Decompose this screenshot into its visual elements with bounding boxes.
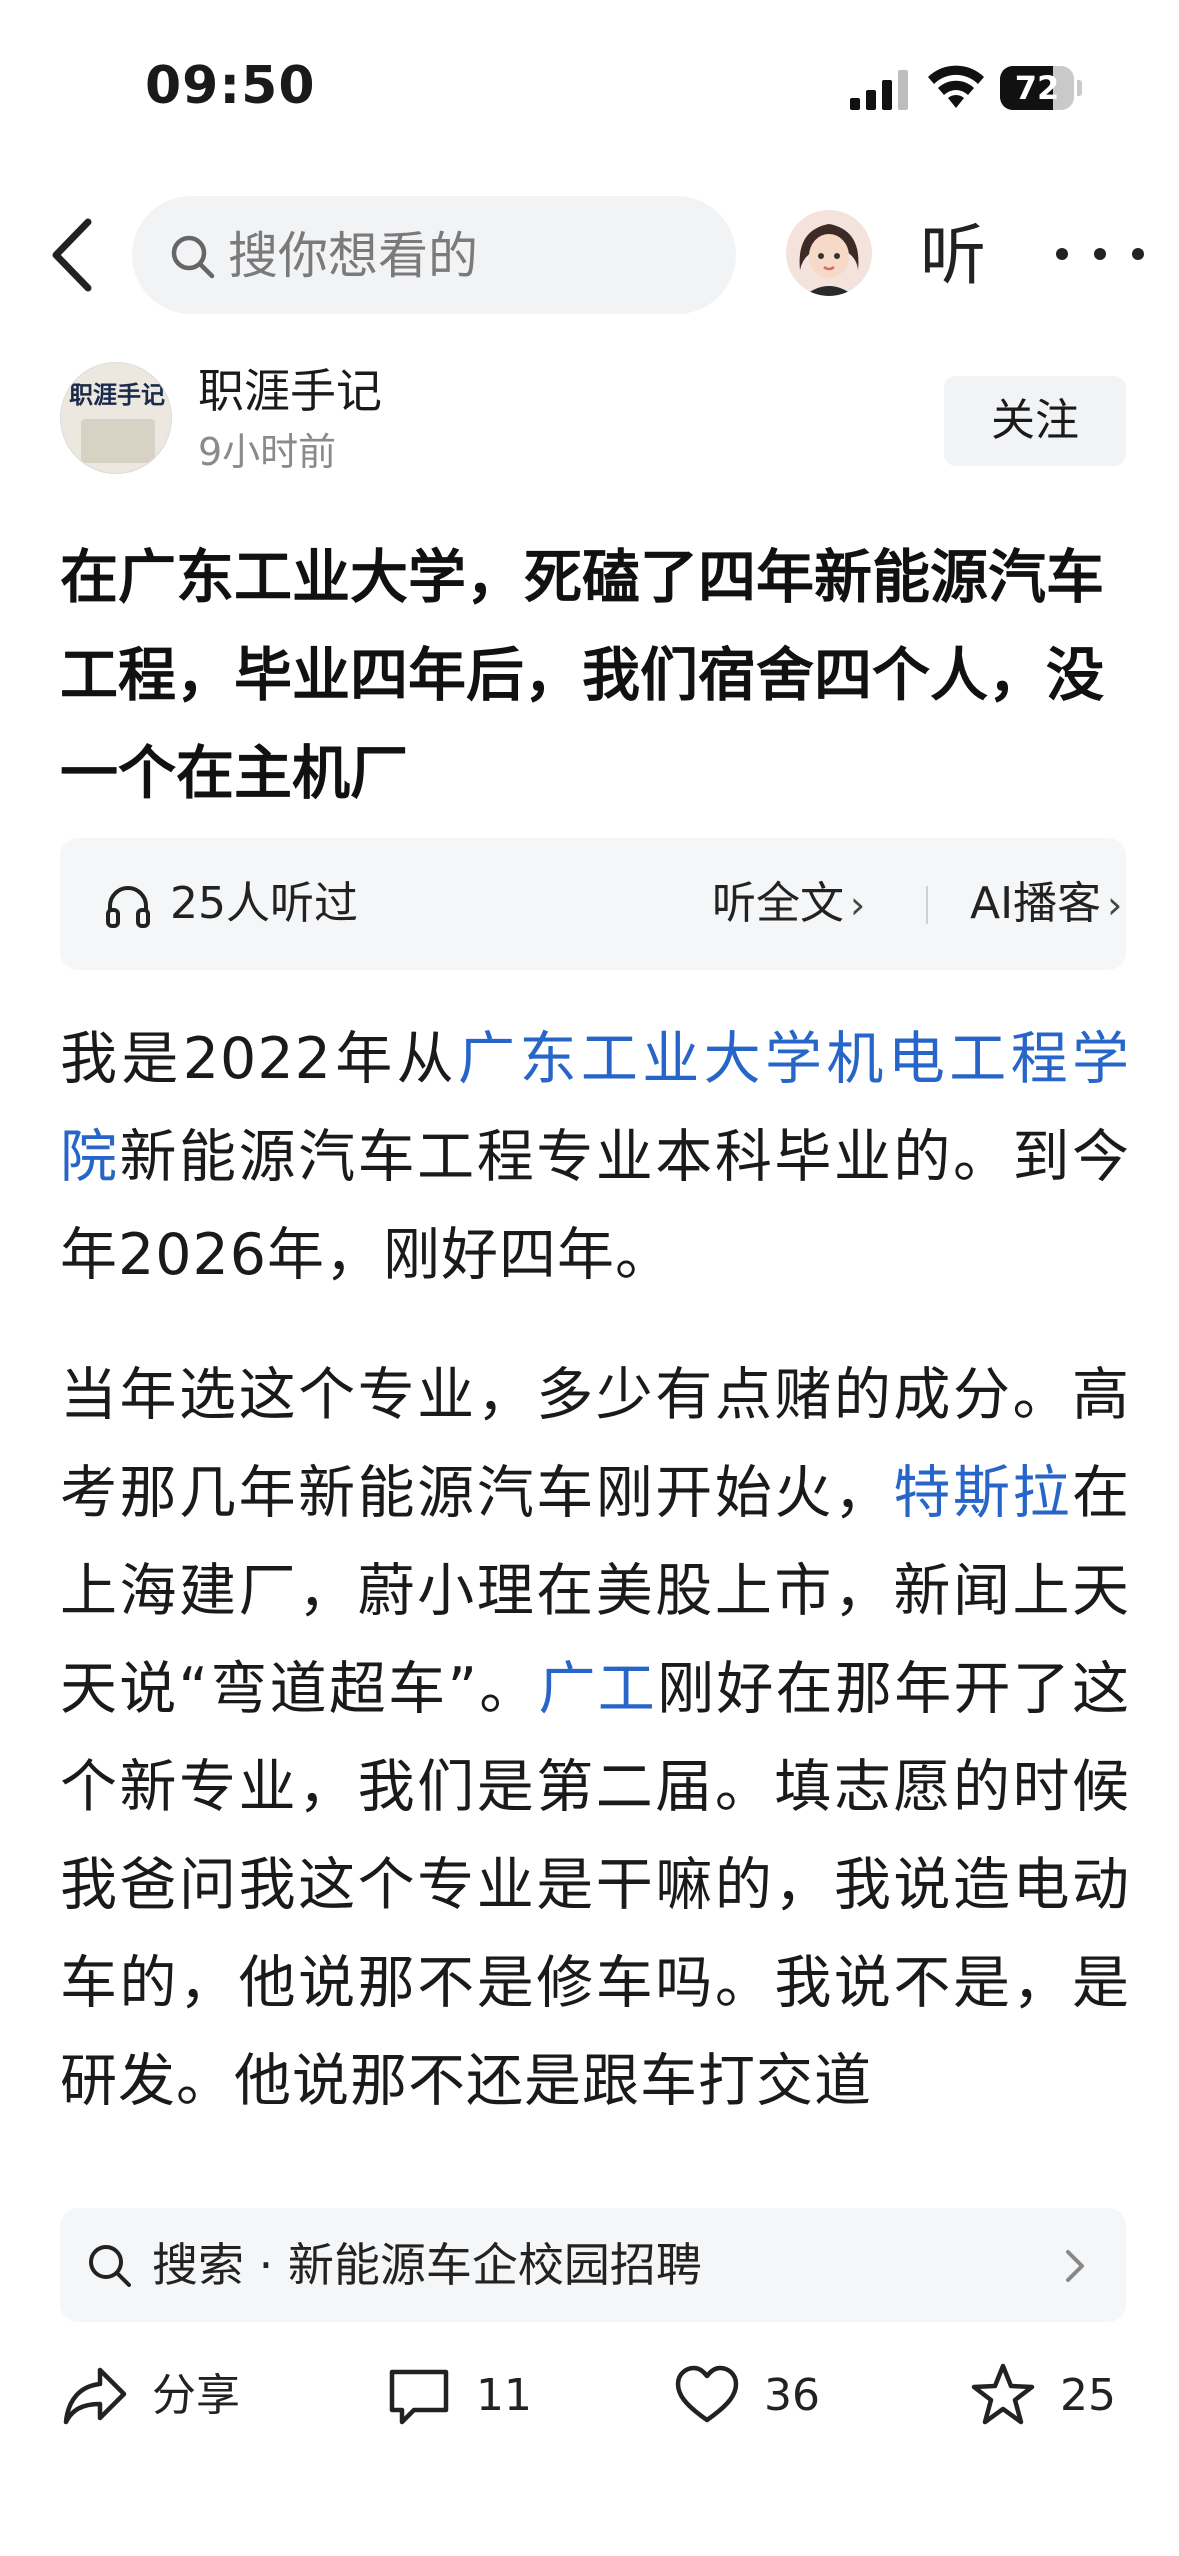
listen-count: 25人听过 — [170, 878, 358, 929]
paragraph-text: 我是2022年从 — [60, 1026, 459, 1092]
divider — [926, 886, 928, 924]
chevron-right-icon — [1066, 2250, 1084, 2282]
comment-button[interactable]: 11 — [384, 2360, 544, 2432]
article-title: 在广东工业大学，死磕了四年新能源汽车工程，毕业四年后，我们宿舍四个人，没一个在主… — [60, 543, 1105, 807]
chevron-right-icon: › — [1107, 883, 1123, 927]
cellular-signal-icon — [850, 70, 908, 110]
author-name[interactable]: 职涯手记 — [198, 362, 382, 420]
search-icon — [89, 2245, 131, 2287]
like-button[interactable]: 36 — [672, 2360, 842, 2432]
post-timestamp: 9小时前 — [198, 430, 337, 474]
author-avatar-logo-text: 职涯手记 — [69, 381, 165, 409]
bottom-action-bar: 分享 11 36 25 — [0, 2340, 1179, 2450]
listen-full-text-label: 听全文 — [712, 878, 844, 929]
comment-icon — [389, 2369, 449, 2425]
paragraph-text: 新能源汽车工程专业本科毕业的。到今年2026年，刚好四年。 — [60, 1124, 1130, 1288]
top-nav-bar: 搜你想看的 听 — [0, 190, 1179, 320]
book-image — [81, 419, 155, 463]
ai-podcast-button[interactable]: AI播客 › — [970, 876, 1122, 933]
share-button[interactable]: 分享 — [60, 2360, 260, 2432]
status-bar: 09:50 72 — [0, 0, 1179, 170]
listen-button[interactable]: 听 — [920, 216, 986, 296]
status-time: 09:50 — [145, 56, 316, 116]
battery-icon: 72 — [1000, 66, 1082, 110]
share-icon — [63, 2367, 127, 2425]
search-icon — [171, 235, 215, 279]
follow-button[interactable]: 关注 — [944, 376, 1126, 466]
like-count: 36 — [764, 2370, 820, 2421]
article-body: 我是2022年从广东工业大学机电工程学院新能源汽车工程专业本科毕业的。到今年20… — [60, 1010, 1130, 2180]
back-arrow-icon[interactable] — [40, 210, 110, 300]
paragraph-text: 刚好在那年开了这个新专业，我们是第二届。填志愿的时候我爸问我这个专业是干嘛的，我… — [60, 1656, 1130, 2114]
article-paragraph: 当年选这个专业，多少有点赌的成分。高考那几年新能源汽车刚开始火，特斯拉在上海建厂… — [60, 1346, 1130, 2130]
entity-link[interactable]: 特斯拉 — [893, 1460, 1072, 1526]
favorite-count: 25 — [1060, 2370, 1116, 2421]
heart-icon — [675, 2365, 739, 2423]
user-avatar[interactable] — [786, 210, 872, 296]
audio-listen-bar: 25人听过 听全文 › AI播客 › — [60, 838, 1126, 970]
suggestion-text: 搜索 · 新能源车企校园招聘 — [152, 2238, 702, 2292]
avatar-illustration-icon — [786, 210, 872, 296]
more-options-icon[interactable] — [1050, 230, 1150, 280]
entity-link[interactable]: 广工 — [539, 1656, 658, 1722]
comment-count: 11 — [476, 2370, 532, 2421]
author-avatar[interactable]: 职涯手记 — [60, 362, 172, 474]
star-icon — [971, 2363, 1035, 2425]
search-placeholder: 搜你想看的 — [228, 227, 478, 285]
share-label: 分享 — [152, 2370, 240, 2421]
battery-level-text: 72 — [1014, 69, 1060, 107]
search-input[interactable]: 搜你想看的 — [132, 196, 736, 314]
article-paragraph: 我是2022年从广东工业大学机电工程学院新能源汽车工程专业本科毕业的。到今年20… — [60, 1010, 1130, 1304]
related-search-suggestion[interactable]: 搜索 · 新能源车企校园招聘 — [60, 2208, 1126, 2322]
chevron-right-icon: › — [850, 883, 866, 927]
favorite-button[interactable]: 25 — [968, 2360, 1138, 2432]
ai-podcast-label: AI播客 — [970, 878, 1102, 929]
listen-full-text-button[interactable]: 听全文 › — [712, 876, 865, 933]
headphones-icon — [106, 886, 150, 928]
wifi-icon — [928, 65, 984, 108]
